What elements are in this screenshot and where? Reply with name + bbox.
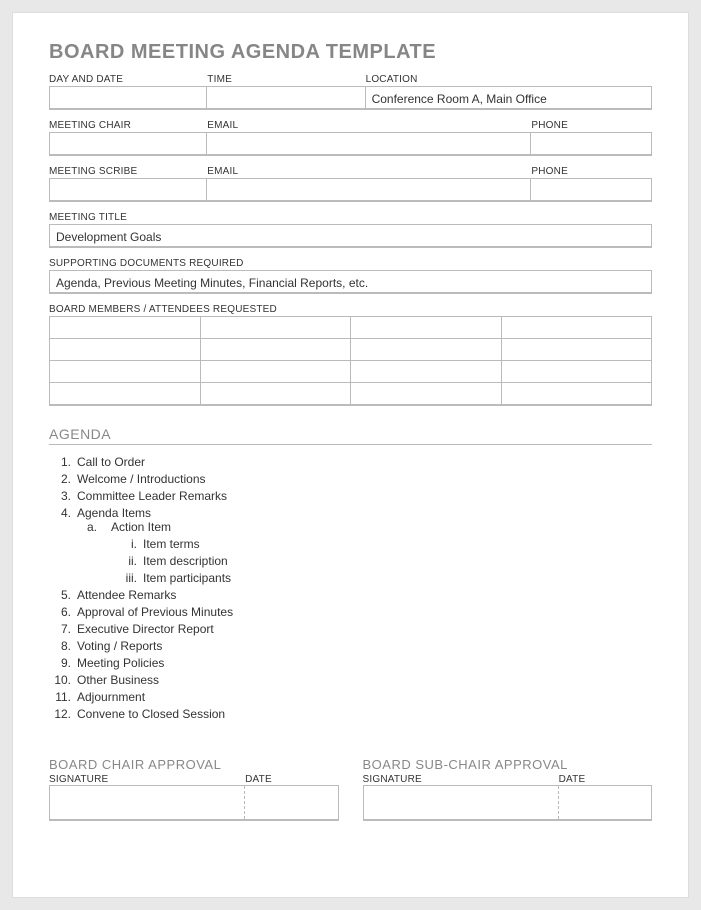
label-attendees: BOARD MEMBERS / ATTENDEES REQUESTED [49, 304, 652, 315]
input-chair-email[interactable] [207, 132, 531, 156]
agenda-item: 1.Call to Order [49, 455, 652, 469]
agenda-item: 8.Voting / Reports [49, 639, 652, 653]
input-meeting-title[interactable]: Development Goals [49, 224, 652, 248]
agenda-item: 6.Approval of Previous Minutes [49, 605, 652, 619]
board-chair-approval: BOARD CHAIR APPROVAL SIGNATURE DATE [49, 757, 339, 821]
input-chair-phone[interactable] [531, 132, 652, 156]
input-meeting-scribe[interactable] [49, 178, 207, 202]
attendee-cell[interactable] [351, 339, 502, 361]
label-scribe-phone: PHONE [531, 166, 652, 177]
attendee-cell[interactable] [501, 339, 652, 361]
attendee-cell[interactable] [50, 317, 201, 339]
agenda-item: 10.Other Business [49, 673, 652, 687]
label-location: LOCATION [366, 74, 652, 85]
input-subchair-date[interactable] [558, 786, 651, 819]
label-supporting-docs: SUPPORTING DOCUMENTS REQUIRED [49, 258, 652, 269]
agenda-subsubitem: i.Item terms [119, 537, 652, 551]
attendee-cell[interactable] [200, 317, 351, 339]
label-chair-date: DATE [245, 774, 338, 785]
label-subchair-signature: SIGNATURE [363, 774, 559, 785]
label-chair-signature: SIGNATURE [49, 774, 245, 785]
attendee-cell[interactable] [50, 383, 201, 405]
page-title: BOARD MEETING AGENDA TEMPLATE [49, 41, 652, 64]
agenda-heading: AGENDA [49, 426, 652, 445]
agenda-list: 1.Call to Order 2.Welcome / Introduction… [49, 455, 652, 721]
input-time[interactable] [207, 86, 365, 110]
label-meeting-title: MEETING TITLE [49, 212, 652, 223]
input-day-and-date[interactable] [49, 86, 207, 110]
page: BOARD MEETING AGENDA TEMPLATE DAY AND DA… [12, 12, 689, 898]
chair-approval-heading: BOARD CHAIR APPROVAL [49, 757, 339, 772]
attendee-cell[interactable] [501, 317, 652, 339]
subchair-approval-heading: BOARD SUB-CHAIR APPROVAL [363, 757, 653, 772]
attendee-cell[interactable] [200, 361, 351, 383]
agenda-item: 4.Agenda Items a.Action Item i.Item term… [49, 506, 652, 585]
attendee-cell[interactable] [50, 339, 201, 361]
agenda-item: 7.Executive Director Report [49, 622, 652, 636]
agenda-item: 5.Attendee Remarks [49, 588, 652, 602]
input-meeting-chair[interactable] [49, 132, 207, 156]
input-location[interactable]: Conference Room A, Main Office [366, 86, 652, 110]
label-chair-phone: PHONE [531, 120, 652, 131]
attendee-cell[interactable] [200, 383, 351, 405]
agenda-subsubitem: ii.Item description [119, 554, 652, 568]
board-subchair-approval: BOARD SUB-CHAIR APPROVAL SIGNATURE DATE [363, 757, 653, 821]
attendee-cell[interactable] [50, 361, 201, 383]
row-attendees: BOARD MEMBERS / ATTENDEES REQUESTED [49, 304, 652, 406]
label-meeting-scribe: MEETING SCRIBE [49, 166, 207, 177]
attendee-cell[interactable] [351, 317, 502, 339]
attendee-cell[interactable] [501, 383, 652, 405]
input-scribe-email[interactable] [207, 178, 531, 202]
attendee-cell[interactable] [200, 339, 351, 361]
agenda-item: 2.Welcome / Introductions [49, 472, 652, 486]
label-day-and-date: DAY AND DATE [49, 74, 207, 85]
input-chair-date[interactable] [244, 786, 337, 819]
approval-section: BOARD CHAIR APPROVAL SIGNATURE DATE BOAR… [49, 757, 652, 821]
row-meeting-scribe: MEETING SCRIBE EMAIL PHONE [49, 166, 652, 202]
attendee-cell[interactable] [351, 361, 502, 383]
label-time: TIME [207, 74, 365, 85]
attendees-table [49, 316, 652, 406]
label-chair-email: EMAIL [207, 120, 531, 131]
input-scribe-phone[interactable] [531, 178, 652, 202]
input-chair-signature[interactable] [50, 786, 244, 819]
attendee-cell[interactable] [351, 383, 502, 405]
agenda-item: 3.Committee Leader Remarks [49, 489, 652, 503]
row-date-time-location: DAY AND DATE TIME LOCATION Conference Ro… [49, 74, 652, 110]
row-supporting-docs: SUPPORTING DOCUMENTS REQUIRED Agenda, Pr… [49, 258, 652, 294]
agenda-item: 11.Adjournment [49, 690, 652, 704]
agenda-item: 12.Convene to Closed Session [49, 707, 652, 721]
agenda-subitem: a.Action Item [87, 520, 652, 534]
input-supporting-docs[interactable]: Agenda, Previous Meeting Minutes, Financ… [49, 270, 652, 294]
row-meeting-chair: MEETING CHAIR EMAIL PHONE [49, 120, 652, 156]
agenda-subsubitem: iii.Item participants [119, 571, 652, 585]
label-meeting-chair: MEETING CHAIR [49, 120, 207, 131]
label-scribe-email: EMAIL [207, 166, 531, 177]
row-meeting-title: MEETING TITLE Development Goals [49, 212, 652, 248]
attendee-cell[interactable] [501, 361, 652, 383]
label-subchair-date: DATE [559, 774, 652, 785]
input-subchair-signature[interactable] [364, 786, 558, 819]
agenda-item: 9.Meeting Policies [49, 656, 652, 670]
